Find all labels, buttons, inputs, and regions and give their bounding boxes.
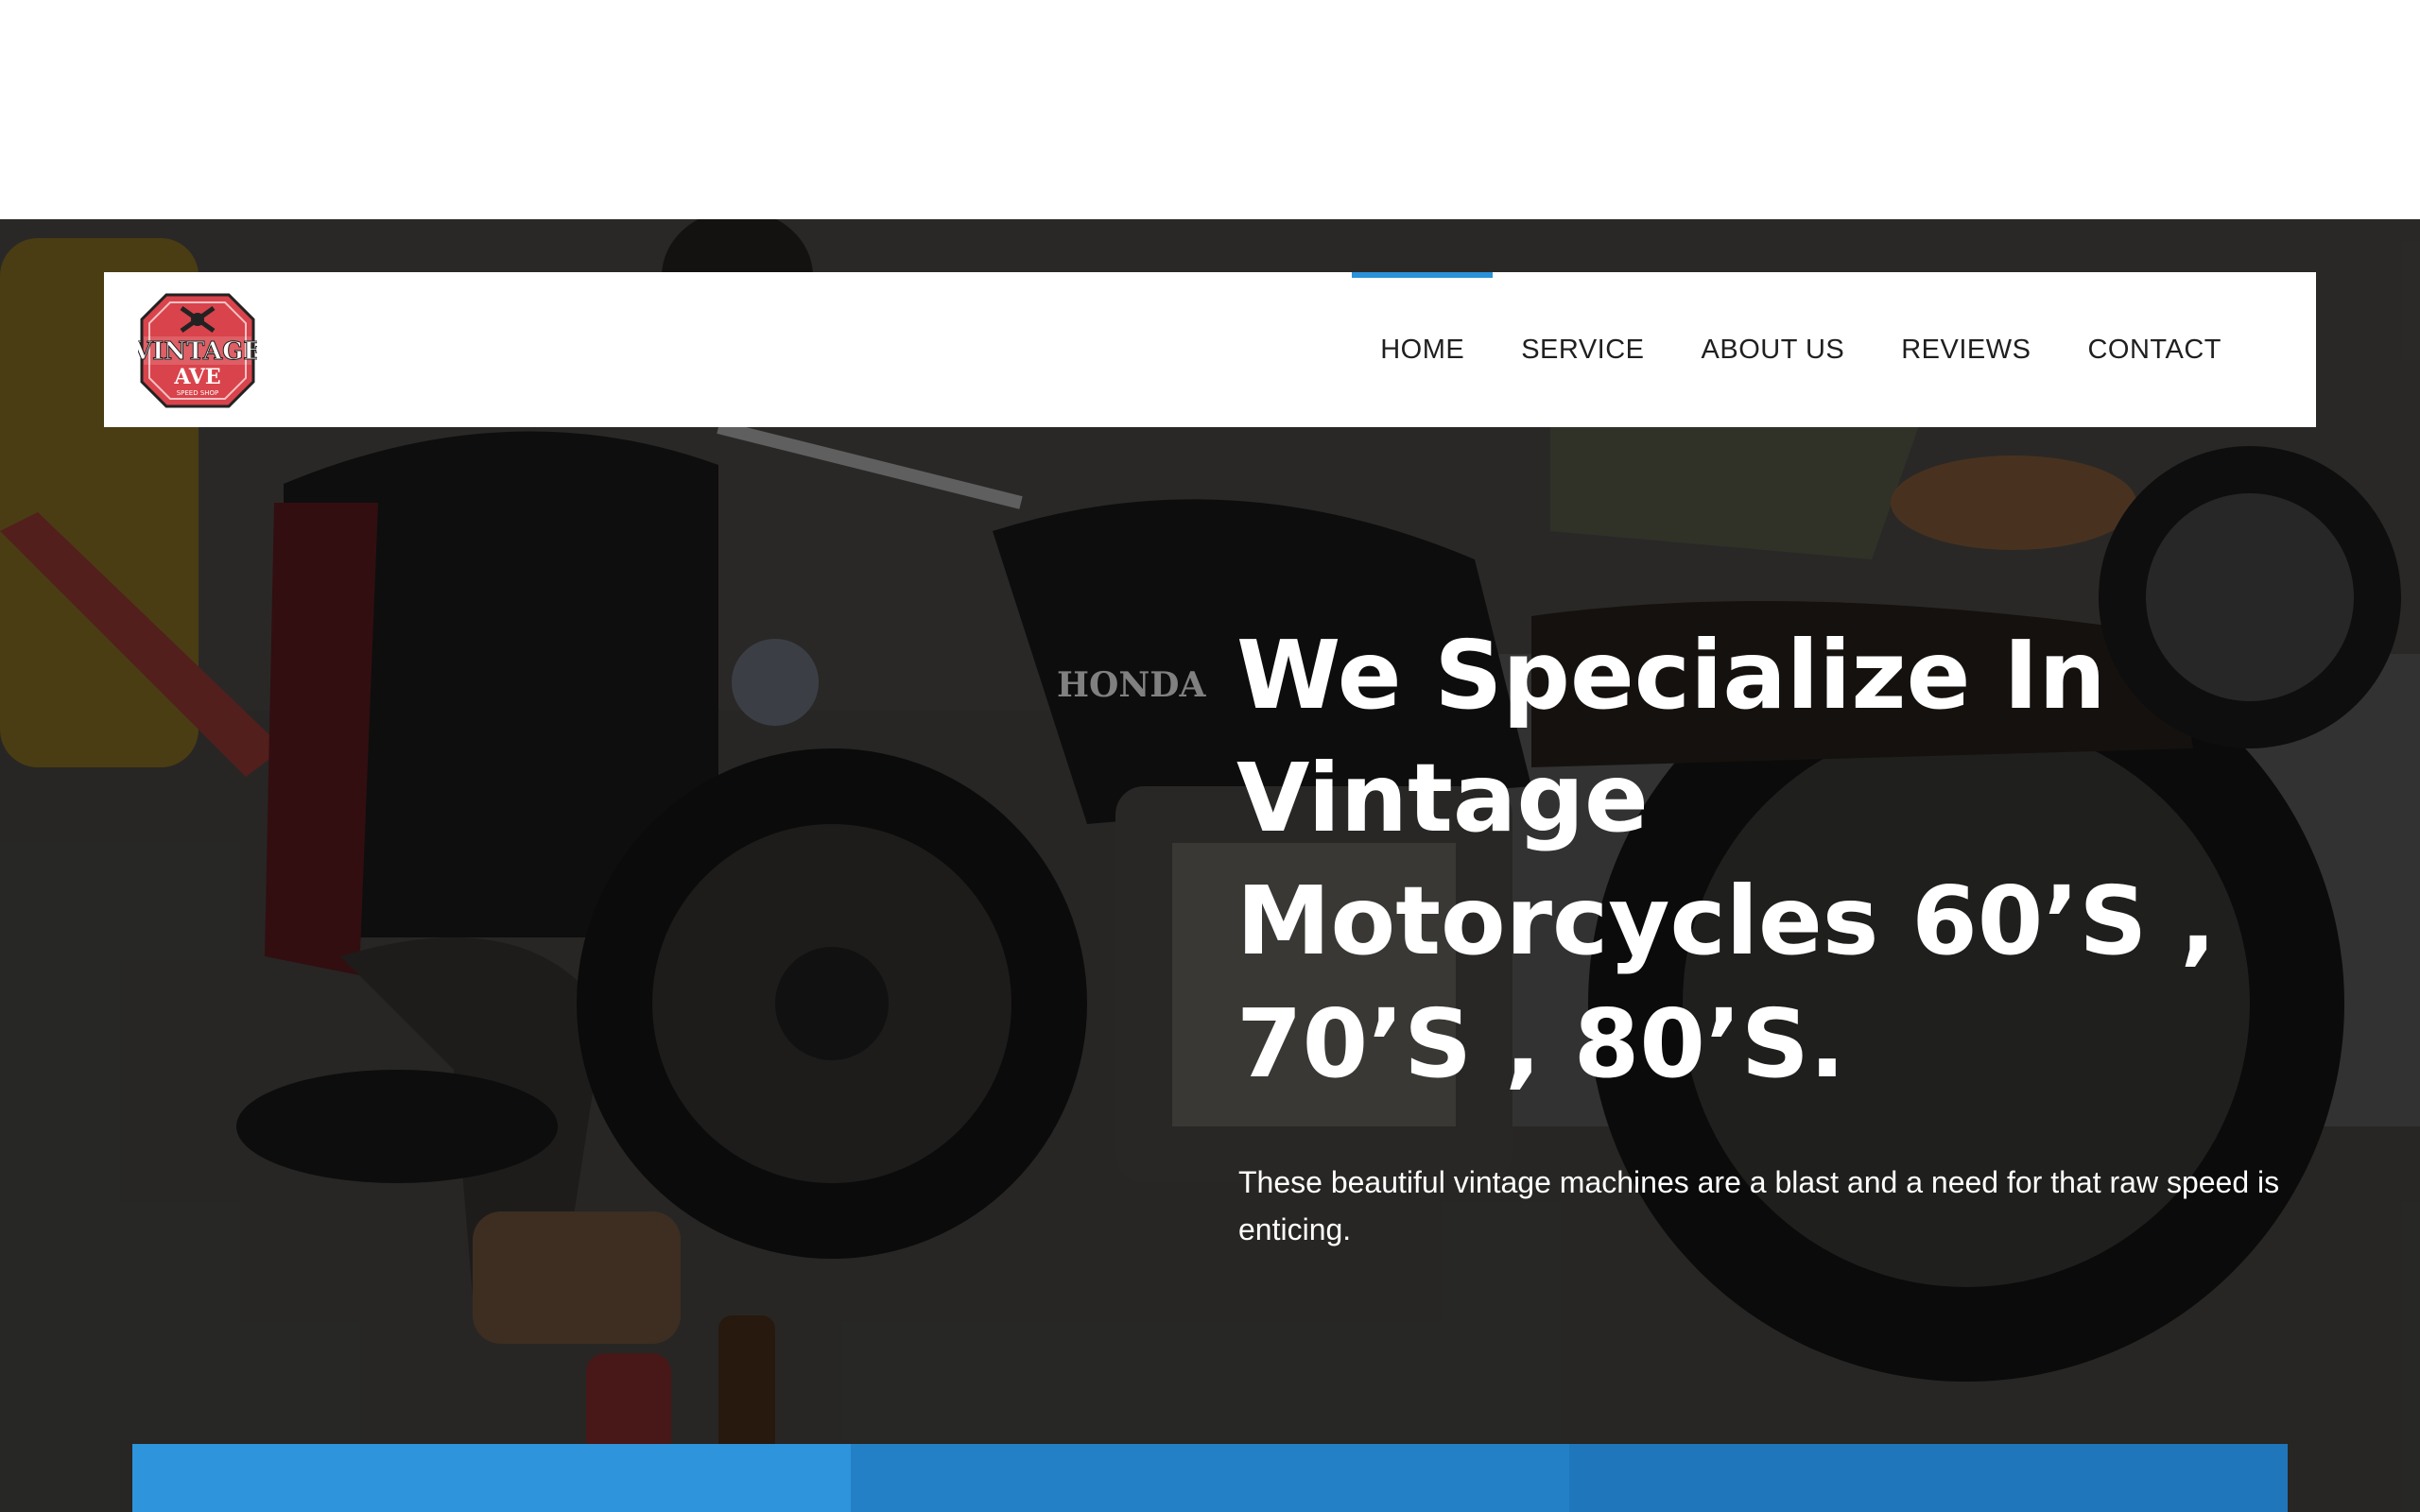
feature-block-1[interactable] (132, 1444, 851, 1512)
feature-block-3[interactable] (1569, 1444, 2288, 1512)
hero-title-line-4: 70’S , 80’S. (1236, 988, 1845, 1099)
svg-text:VINTAGE: VINTAGE (138, 337, 257, 366)
svg-text:SPEED SHOP: SPEED SHOP (177, 389, 219, 397)
nav-reviews[interactable]: REVIEWS (1873, 272, 2059, 427)
hero-title-line-3: Motorcycles 60’S , (1236, 866, 2217, 976)
nav-reviews-label: REVIEWS (1901, 334, 2031, 365)
nav-service[interactable]: SERVICE (1493, 272, 1672, 427)
nav-contact[interactable]: CONTACT (2059, 272, 2250, 427)
feature-bar (132, 1444, 2288, 1512)
main-nav: HOME SERVICE ABOUT US REVIEWS CONTACT (1352, 272, 2250, 427)
nav-about-us[interactable]: ABOUT US (1673, 272, 1874, 427)
nav-service-label: SERVICE (1521, 334, 1645, 365)
hero-title: We Specialize In Vintage Motorcycles 60’… (1236, 614, 2333, 1106)
hero-title-line-2: Vintage (1236, 743, 1649, 853)
nav-home-label: HOME (1380, 334, 1465, 365)
feature-block-2[interactable] (851, 1444, 1569, 1512)
top-whitespace (0, 0, 2420, 219)
nav-about-us-label: ABOUT US (1701, 334, 1845, 365)
site-logo[interactable]: VINTAGE AVE SPEED SHOP (131, 291, 263, 410)
nav-home[interactable]: HOME (1352, 272, 1494, 427)
svg-text:AVE: AVE (173, 365, 220, 389)
header-navbar: VINTAGE AVE SPEED SHOP HOME SERVICE ABOU… (104, 272, 2316, 427)
nav-contact-label: CONTACT (2087, 334, 2221, 365)
hero-title-line-1: We Specialize In (1236, 620, 2106, 730)
hero-subtitle: These beautiful vintage machines are a b… (1238, 1165, 2280, 1246)
vintage-ave-logo-icon: VINTAGE AVE SPEED SHOP (131, 293, 263, 408)
